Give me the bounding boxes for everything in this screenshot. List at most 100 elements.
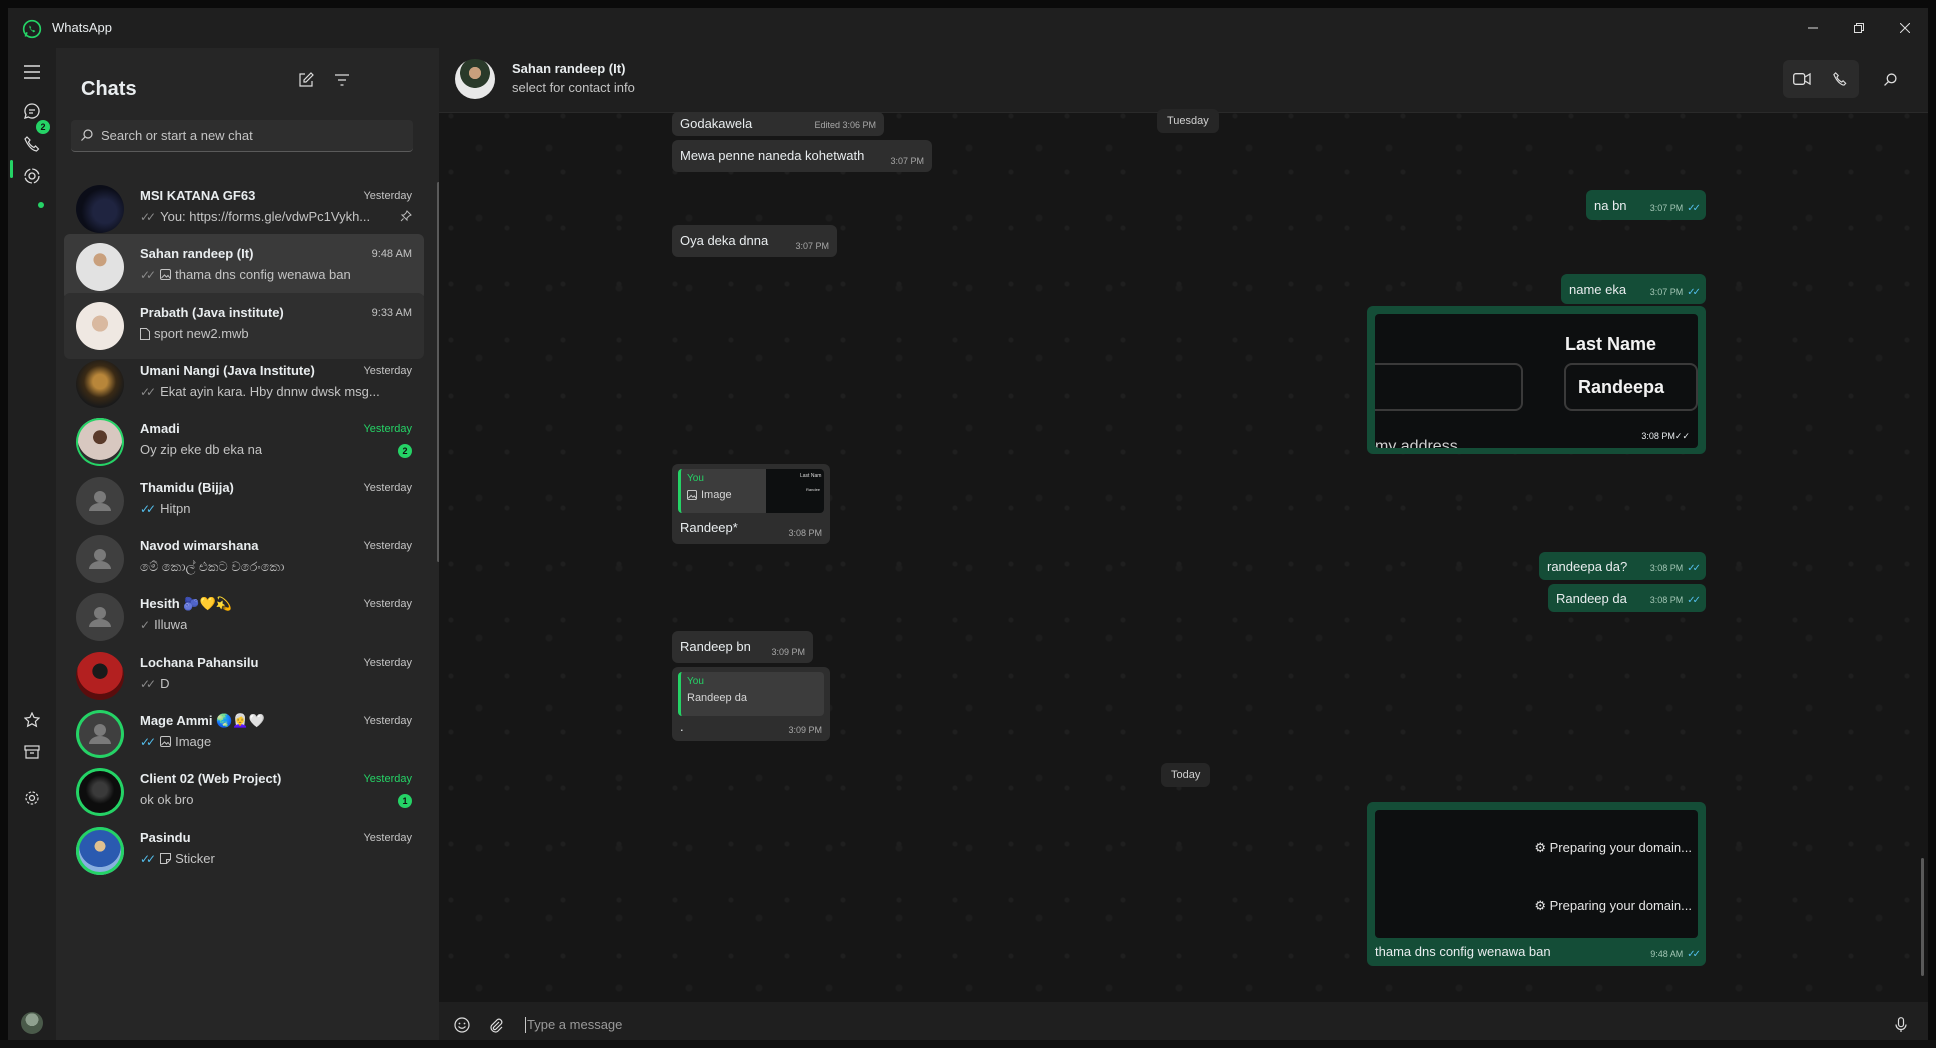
chat-name: Lochana Pahansilu	[140, 655, 259, 670]
rail-calls-button[interactable]	[16, 128, 48, 160]
chat-preview-text: Hitpn	[160, 501, 191, 516]
conversation-header[interactable]: Sahan randeep (It) select for contact in…	[439, 48, 1928, 113]
message-edited-time: Edited 3:06 PM	[814, 120, 876, 130]
chat-item[interactable]: Lochana Pahansilu Yesterday ✓✓ D	[64, 643, 424, 709]
filter-button[interactable]	[326, 64, 358, 96]
menu-button[interactable]	[16, 56, 48, 88]
contact-avatar[interactable]	[455, 59, 495, 99]
rail-settings-button[interactable]	[16, 782, 48, 814]
chat-preview-text: Oy zip eke db eka na	[140, 442, 263, 457]
chat-preview: ✓✓ D	[140, 676, 170, 691]
taskbar-edge	[0, 1040, 1936, 1048]
message-outgoing-image[interactable]: ⚙ Preparing your domain... ⚙ Preparing y…	[1367, 802, 1706, 966]
message-text: Randeep*	[680, 520, 738, 535]
chat-preview: Oy zip eke db eka na	[140, 442, 262, 457]
chat-item[interactable]: Hesith 🫐💛💫 Yesterday ✓ Illuwa	[64, 584, 424, 650]
conversation-scrollbar[interactable]	[1921, 858, 1924, 976]
chat-preview-text: ok ok bro	[140, 792, 194, 807]
rail-archived-button[interactable]	[16, 736, 48, 768]
close-button[interactable]	[1882, 8, 1928, 48]
message-time-status: 3:07 PM ✓✓	[1650, 287, 1701, 298]
voice-call-button[interactable]	[1821, 60, 1859, 98]
message-time-status: 3:08 PM✓✓	[1650, 595, 1701, 606]
message-outgoing[interactable]: Randeep da 3:08 PM ✓✓	[1548, 584, 1706, 612]
message-incoming-reply[interactable]: You Image Last Nam Randee Randeep* 3:08 …	[672, 464, 830, 544]
profile-avatar[interactable]	[21, 1012, 43, 1034]
minimize-button[interactable]	[1790, 8, 1836, 48]
search-input[interactable]: Search or start a new chat	[71, 120, 413, 152]
chat-item[interactable]: Pasindu Yesterday ✓✓ Sticker	[64, 818, 424, 884]
gear-icon	[25, 791, 39, 805]
message-time: 3:08 PM	[1649, 563, 1684, 573]
chat-item[interactable]: Mage Ammi 🌏👩‍🦳🤍 Yesterday ✓✓ Image	[64, 701, 424, 767]
message-time: 3:08 PM	[788, 528, 822, 538]
chat-item[interactable]: Thamidu (Bijja) Yesterday ✓✓ Hitpn	[64, 468, 424, 534]
video-call-button[interactable]	[1783, 60, 1821, 98]
message-outgoing[interactable]: na bn 3:07 PM ✓✓	[1586, 190, 1706, 220]
contact-subtitle: select for contact info	[512, 80, 635, 95]
chat-time: Yesterday	[363, 190, 412, 202]
chat-item[interactable]: Client 02 (Web Project) Yesterday ok ok …	[64, 759, 424, 825]
chat-item[interactable]: Navod wimarshana Yesterday මේ කොල් එකට ව…	[64, 526, 424, 592]
hamburger-icon	[24, 65, 40, 79]
message-time-status: 3:07 PM ✓✓	[1650, 203, 1701, 214]
double-tick-icon: ✓✓	[140, 676, 156, 691]
quoted-message[interactable]: You Randeep da	[678, 672, 824, 716]
quoted-preview: Image	[687, 489, 732, 501]
message-text: name eka	[1569, 282, 1627, 297]
voice-message-button[interactable]	[1886, 1010, 1916, 1040]
chat-item[interactable]: Amadi Yesterday Oy zip eke db eka na 2	[64, 409, 424, 475]
emoji-button[interactable]	[447, 1010, 477, 1040]
message-incoming-reply[interactable]: You Randeep da . 3:09 PM	[672, 667, 830, 741]
image-icon	[160, 269, 172, 280]
chat-name: Client 02 (Web Project)	[140, 771, 282, 786]
unread-badge: 1	[398, 794, 412, 808]
message-outgoing[interactable]: name eka 3:07 PM ✓✓	[1561, 274, 1706, 304]
thumbnail-value: Randee	[806, 487, 821, 492]
chat-preview: ✓✓ You: https://forms.gle/vdwPc1Vykh...	[140, 209, 370, 224]
message-outgoing[interactable]: randeepa da? 3:08 PM ✓✓	[1539, 552, 1706, 580]
restore-button[interactable]	[1836, 8, 1882, 48]
chat-avatar	[76, 768, 124, 816]
rail-status-button[interactable]	[16, 160, 48, 192]
chat-item[interactable]: MSI KATANA GF63 Yesterday ✓✓ You: https:/…	[64, 176, 424, 242]
double-tick-read-icon: ✓✓	[140, 501, 156, 516]
message-time: 3:07 PM	[890, 156, 924, 166]
default-avatar-icon	[76, 477, 124, 525]
message-incoming[interactable]: Randeep bn 3:09 PM	[672, 631, 813, 663]
chat-time: Yesterday	[363, 540, 412, 552]
chat-item[interactable]: Sahan randeep (It) 9:48 AM ✓✓ thama dns …	[64, 234, 424, 300]
read-ticks-icon: ✓✓	[1687, 203, 1701, 214]
message-input[interactable]: Type a message	[525, 1017, 1627, 1033]
message-time: 3:08 PM	[1641, 431, 1675, 441]
new-chat-button[interactable]	[290, 64, 322, 96]
pin-icon	[400, 210, 412, 222]
chat-avatar	[76, 652, 124, 700]
message-image[interactable]: Last Name Randeepa my address 3:08 PM✓✓	[1375, 314, 1698, 448]
chat-time: Yesterday	[363, 773, 412, 785]
message-incoming[interactable]: Godakawela Edited 3:06 PM	[672, 112, 884, 136]
default-avatar-icon	[76, 710, 124, 758]
message-text: randeepa da?	[1547, 559, 1628, 574]
contact-name: Sahan randeep (It)	[512, 61, 626, 76]
chat-item[interactable]: Umani Nangi (Java Institute) Yesterday ✓…	[64, 351, 424, 417]
message-text: Mewa penne naneda kohetwath	[680, 148, 865, 163]
image-text-line: ⚙ Preparing your domain...	[1534, 840, 1692, 855]
quoted-sender: You	[687, 473, 704, 484]
quoted-message[interactable]: You Image Last Nam Randee	[678, 469, 824, 513]
chat-preview-text: sport new2.mwb	[154, 326, 249, 341]
message-incoming[interactable]: Mewa penne naneda kohetwath 3:07 PM	[672, 140, 932, 172]
search-icon	[81, 129, 93, 141]
rail-starred-button[interactable]	[16, 704, 48, 736]
single-tick-icon: ✓	[140, 617, 150, 632]
double-tick-read-icon: ✓✓	[140, 851, 156, 866]
archive-icon	[24, 745, 40, 759]
message-incoming[interactable]: Oya deka dnna 3:07 PM	[672, 225, 837, 257]
message-outgoing-image[interactable]: Last Name Randeepa my address 3:08 PM✓✓	[1367, 306, 1706, 454]
attach-button[interactable]	[481, 1010, 511, 1040]
search-in-chat-button[interactable]	[1871, 60, 1909, 98]
chats-heading: Chats	[81, 78, 137, 100]
chat-preview-text: Ekat ayin kara. Hby dnnw dwsk msg...	[160, 384, 380, 399]
message-image[interactable]: ⚙ Preparing your domain... ⚙ Preparing y…	[1375, 810, 1698, 938]
chat-item[interactable]: Prabath (Java institute) 9:33 AM sport n…	[64, 293, 424, 359]
